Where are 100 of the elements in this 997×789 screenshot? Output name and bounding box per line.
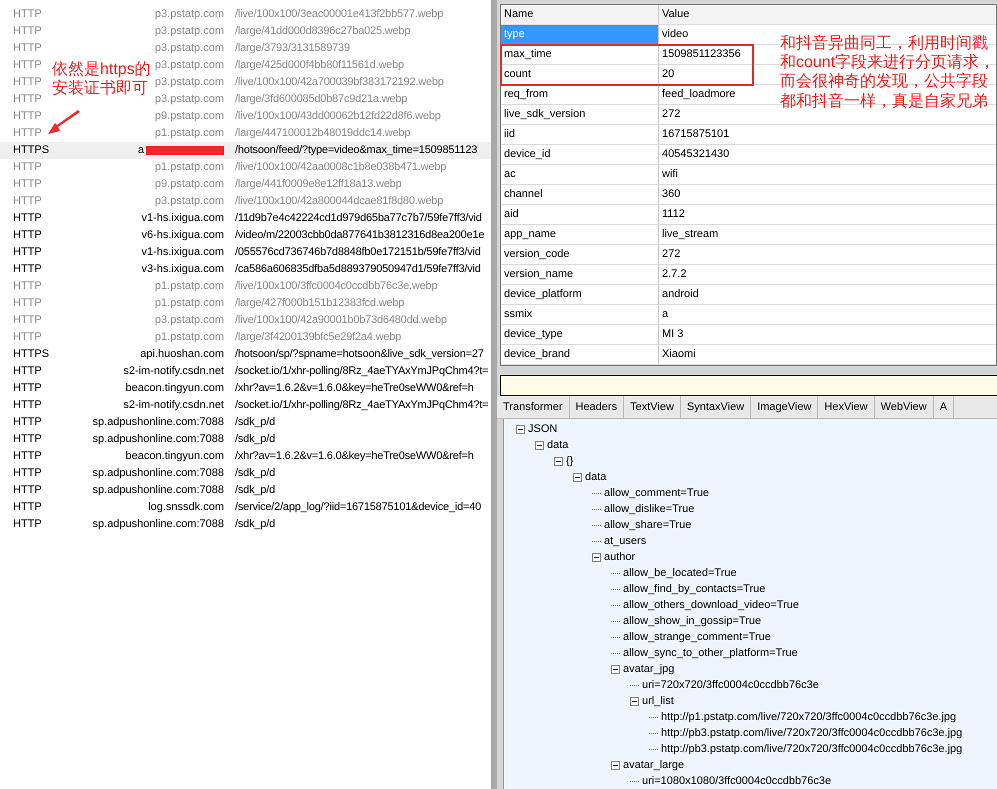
host-text: beacon.tingyun.com	[126, 449, 224, 464]
tree-item[interactable]: http://pb3.pstatp.com/live/720x720/3ffc0004c0ccdbb76c3e.jpg	[658, 740, 962, 758]
tree-item[interactable]: {}	[563, 452, 574, 470]
tab[interactable]: TextView	[624, 396, 681, 418]
tab[interactable]: A	[934, 396, 954, 418]
tab[interactable]: Headers	[570, 396, 624, 418]
url-text: /large/3793/3131589739	[234, 41, 350, 56]
tree-item[interactable]: uri=1080x1080/3ffc0004c0ccdbb76c3e	[639, 772, 832, 789]
collapse-icon[interactable]	[592, 552, 601, 562]
host-text: p9.pstatp.com	[154, 177, 224, 192]
table-cell[interactable]: count	[501, 65, 659, 84]
tree-item[interactable]: uri=720x720/3ffc0004c0ccdbb76c3e	[639, 676, 819, 694]
table-cell[interactable]: version_code	[501, 245, 659, 264]
collapse-icon[interactable]	[573, 472, 582, 482]
protocol-text: HTTP	[12, 194, 43, 209]
tree-item[interactable]: allow_be_located=True	[620, 564, 737, 582]
url-text: /sdk_p/d	[234, 466, 275, 481]
host-text: p1.pstatp.com	[154, 330, 224, 345]
tree-item[interactable]: data	[544, 436, 568, 454]
tree-item[interactable]: http://pb3.pstatp.com/live/720x720/3ffc0004c0ccdbb76c3e.jpg	[658, 724, 962, 742]
host-text: log.snssdk.com	[148, 500, 224, 515]
table-cell[interactable]: device_type	[501, 325, 659, 344]
collapse-icon[interactable]	[516, 424, 525, 434]
tree-item[interactable]: avatar_jpg	[620, 660, 674, 678]
host-text: p3.pstatp.com	[154, 313, 224, 328]
protocol-text: HTTP	[12, 466, 43, 481]
url-text: /large/441f0009e8e12ff18a13.webp	[234, 177, 402, 192]
url-text: /live/100x100/43dd00062b12fd22d8f6.webp	[234, 109, 441, 124]
tree-item[interactable]: JSON	[525, 420, 558, 438]
tab[interactable]: WebView	[874, 396, 934, 418]
host-text: a	[138, 143, 144, 158]
tab[interactable]: ImageView	[751, 396, 818, 418]
collapse-icon[interactable]	[611, 664, 620, 674]
url-text: /large/425d000f4bb80f11561d.webp	[234, 58, 404, 73]
protocol-text: HTTP	[12, 381, 43, 396]
table-cell[interactable]: device_brand	[501, 345, 659, 364]
collapse-icon[interactable]	[554, 456, 563, 466]
tree-item[interactable]: data	[582, 468, 606, 486]
protocol-text: HTTP	[12, 75, 43, 90]
table-cell[interactable]: ac	[501, 165, 659, 184]
url-text: /055576cd736746b7d8848fb0e172151b/59fe7ff3/vid	[234, 245, 481, 260]
url-text: /large/447100012b48019ddc14.webp	[234, 126, 410, 141]
tree-item[interactable]: allow_show_in_gossip=True	[620, 612, 762, 630]
host-text: p3.pstatp.com	[154, 58, 224, 73]
url-text: /xhr?av=1.6.2&v=1.6.0&key=heTre0seWW0&ref=h	[234, 381, 474, 396]
url-text: /sdk_p/d	[234, 483, 275, 498]
url-text: /live/100x100/42aa0008c1b8e038b471.webp	[234, 160, 446, 175]
table-cell[interactable]: max_time	[501, 45, 659, 64]
tab[interactable]: Transformer	[497, 396, 570, 418]
tree-item[interactable]: allow_sync_to_other_platform=True	[620, 644, 798, 662]
protocol-text: HTTP	[12, 296, 43, 311]
annotation-text: 和抖音异曲同工，利用时间戳 和count字段来进行分页请求， 而会很神奇的发现，公共字段 都和抖音一样，真是自家兄弟	[780, 34, 996, 111]
table-cell[interactable]: ssmix	[501, 305, 659, 324]
host-text: v3-hs.ixigua.com	[141, 262, 224, 277]
tree-item[interactable]: allow_others_download_video=True	[620, 596, 800, 614]
table-cell[interactable]: channel	[501, 185, 659, 204]
tree-item[interactable]: allow_dislike=True	[601, 500, 694, 518]
table-cell[interactable]: app_name	[501, 225, 659, 244]
tab[interactable]: HexView	[818, 396, 875, 418]
protocol-text: HTTP	[12, 160, 43, 175]
tree-item[interactable]: allow_share=True	[601, 516, 692, 534]
column-header[interactable]: Value	[662, 8, 690, 20]
tree-item[interactable]: allow_find_by_contacts=True	[620, 580, 766, 598]
url-text: /live/100x100/3eac00001e413f2bb577.webp	[234, 7, 444, 22]
url-text: /large/3fd600085d0b87c9d21a.webp	[234, 92, 408, 107]
collapse-icon[interactable]	[611, 760, 620, 770]
host-text: p3.pstatp.com	[154, 92, 224, 107]
tab[interactable]: SyntaxView	[680, 396, 752, 418]
protocol-text: HTTPS	[12, 347, 50, 362]
table-cell[interactable]: iid	[501, 125, 659, 144]
tree-item[interactable]: at_users	[601, 532, 646, 550]
tree-item[interactable]: url_list	[639, 692, 674, 710]
protocol-text: HTTP	[12, 483, 43, 498]
host-text: s2-im-notify.csdn.net	[123, 364, 224, 379]
url-text: /video/m/22003cbb0da877641b3812316d8ea200e1e	[234, 228, 484, 243]
table-cell[interactable]: aid	[501, 205, 659, 224]
url-text: /large/3f4200139bfc5e29f2a4.webp	[234, 330, 402, 345]
tree-item[interactable]: allow_strange_comment=True	[620, 628, 771, 646]
table-cell: 16715875101	[662, 128, 730, 140]
table-cell[interactable]: req_from	[501, 85, 659, 104]
tree-item[interactable]: http://p1.pstatp.com/live/720x720/3ffc0004c0ccdbb76c3e.jpg	[658, 708, 956, 726]
host-text: sp.adpushonline.com:7088	[92, 432, 224, 447]
tree-item[interactable]: author	[601, 548, 636, 566]
column-header[interactable]: Name	[501, 5, 659, 24]
table-cell: live_stream	[662, 228, 718, 240]
collapse-icon[interactable]	[535, 440, 544, 450]
host-text: p3.pstatp.com	[154, 41, 224, 56]
host-text: sp.adpushonline.com:7088	[92, 483, 224, 498]
collapse-icon[interactable]	[630, 696, 639, 706]
table-cell[interactable]: device_id	[501, 145, 659, 164]
table-cell[interactable]: device_platform	[501, 285, 659, 304]
tree-item[interactable]: avatar_large	[620, 756, 684, 774]
protocol-text: HTTP	[12, 245, 43, 260]
host-text: v1-hs.ixigua.com	[141, 245, 224, 260]
input-field[interactable]	[500, 375, 997, 396]
tree-item[interactable]: allow_comment=True	[601, 484, 710, 502]
table-cell[interactable]: version_name	[501, 265, 659, 284]
protocol-text: HTTP	[12, 92, 43, 107]
protocol-text: HTTP	[12, 432, 43, 447]
table-cell[interactable]: live_sdk_version	[501, 105, 659, 124]
